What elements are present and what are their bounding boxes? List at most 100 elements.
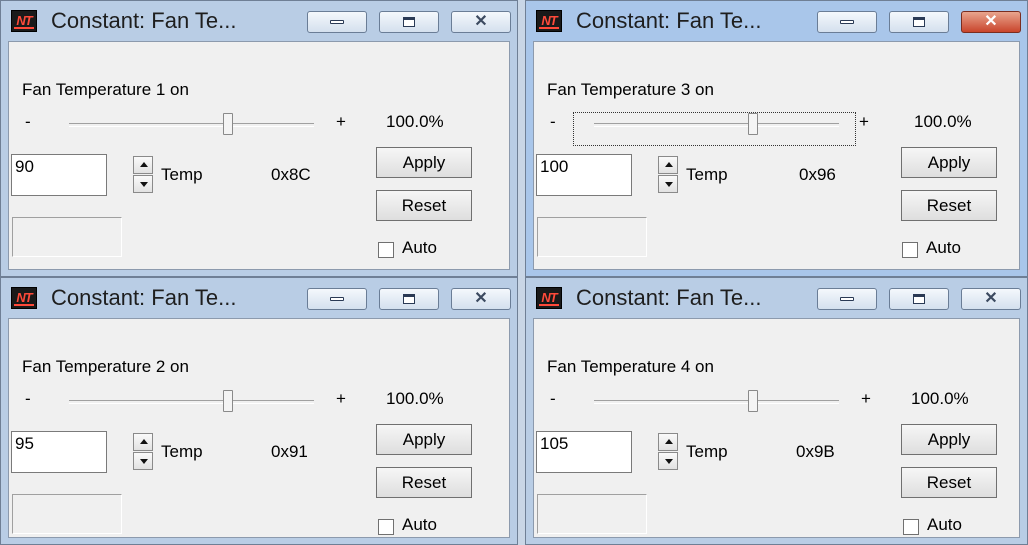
temp-label: Temp: [161, 442, 203, 461]
maximize-button[interactable]: [379, 288, 439, 310]
auto-checkbox[interactable]: [903, 519, 919, 535]
maximize-icon: [403, 17, 415, 27]
hex-value: 0x91: [271, 442, 308, 461]
temp-label: Temp: [686, 165, 728, 184]
reset-button[interactable]: Reset: [901, 467, 997, 498]
temperature-input[interactable]: 90: [11, 154, 107, 196]
slider-thumb[interactable]: [748, 113, 759, 135]
slider-track[interactable]: [69, 400, 314, 404]
temperature-input[interactable]: 100: [536, 154, 632, 196]
auto-label[interactable]: Auto: [402, 515, 437, 535]
nt-app-icon[interactable]: NT: [11, 10, 37, 32]
title-bar[interactable]: NT Constant: Fan Te... ✕: [1, 1, 517, 41]
auto-checkbox[interactable]: [378, 519, 394, 535]
spin-down-icon: [665, 459, 673, 464]
title-bar[interactable]: NT Constant: Fan Te... ✕: [1, 278, 517, 318]
minimize-icon: [840, 20, 854, 24]
slider-thumb[interactable]: [223, 390, 234, 412]
hex-value: 0x8C: [271, 165, 311, 184]
title-bar[interactable]: NT Constant: Fan Te... ✕: [526, 1, 1027, 41]
spin-up-button[interactable]: [658, 156, 678, 174]
maximize-icon: [913, 294, 925, 304]
reset-button[interactable]: Reset: [901, 190, 997, 221]
auto-checkbox[interactable]: [902, 242, 918, 258]
nt-app-icon[interactable]: NT: [536, 287, 562, 309]
apply-button[interactable]: Apply: [376, 147, 472, 178]
nt-app-icon[interactable]: NT: [11, 287, 37, 309]
minimize-button[interactable]: [817, 11, 877, 33]
minimize-button[interactable]: [817, 288, 877, 310]
spin-up-button[interactable]: [133, 433, 153, 451]
spin-up-button[interactable]: [133, 156, 153, 174]
slider-minus-label: -: [550, 389, 556, 408]
temp-label: Temp: [161, 165, 203, 184]
apply-button[interactable]: Apply: [901, 424, 997, 455]
apply-button[interactable]: Apply: [901, 147, 997, 178]
temperature-input[interactable]: 105: [536, 431, 632, 473]
auto-label[interactable]: Auto: [926, 238, 961, 258]
spin-up-icon: [665, 439, 673, 444]
window-title: Constant: Fan Te...: [576, 8, 762, 33]
spin-down-button[interactable]: [658, 175, 678, 193]
status-box: [537, 494, 647, 534]
window-title: Constant: Fan Te...: [51, 285, 237, 310]
temperature-spinner[interactable]: [658, 433, 678, 471]
spin-down-button[interactable]: [133, 175, 153, 193]
slider-track[interactable]: [594, 400, 839, 404]
spin-up-button[interactable]: [658, 433, 678, 451]
apply-button[interactable]: Apply: [376, 424, 472, 455]
auto-label[interactable]: Auto: [927, 515, 962, 535]
maximize-button[interactable]: [889, 11, 949, 33]
slider-plus-label: +: [861, 389, 871, 408]
percent-value: 100.0%: [914, 112, 972, 131]
spin-down-button[interactable]: [658, 452, 678, 470]
spin-down-icon: [140, 182, 148, 187]
close-icon: ✕: [984, 13, 998, 30]
maximize-button[interactable]: [379, 11, 439, 33]
nt-app-icon[interactable]: NT: [536, 10, 562, 32]
status-box: [12, 217, 122, 257]
close-button[interactable]: ✕: [961, 288, 1021, 310]
maximize-button[interactable]: [889, 288, 949, 310]
percent-value: 100.0%: [386, 389, 444, 408]
fan-temperature-label: Fan Temperature 4 on: [547, 357, 714, 376]
slider-focus-rect: [573, 112, 856, 146]
spin-down-icon: [140, 459, 148, 464]
close-icon: ✕: [474, 290, 488, 307]
status-box: [12, 494, 122, 534]
minimize-icon: [330, 20, 344, 24]
title-bar[interactable]: NT Constant: Fan Te... ✕: [526, 278, 1027, 318]
window-client: Fan Temperature 4 on - + 100.0% 105 Temp…: [533, 318, 1020, 538]
temperature-spinner[interactable]: [658, 156, 678, 194]
reset-button[interactable]: Reset: [376, 190, 472, 221]
spin-up-icon: [140, 162, 148, 167]
close-button[interactable]: ✕: [451, 11, 511, 33]
fan-temp-window[interactable]: NT Constant: Fan Te... ✕ Fan Temperature…: [525, 277, 1028, 545]
slider-track[interactable]: [69, 123, 314, 127]
auto-label[interactable]: Auto: [402, 238, 437, 258]
temperature-input[interactable]: 95: [11, 431, 107, 473]
temperature-spinner[interactable]: [133, 156, 153, 194]
close-button[interactable]: ✕: [451, 288, 511, 310]
minimize-button[interactable]: [307, 11, 367, 33]
hex-value: 0x9B: [796, 442, 835, 461]
fan-temp-window[interactable]: NT Constant: Fan Te... ✕ Fan Temperature…: [0, 0, 518, 277]
window-title: Constant: Fan Te...: [51, 8, 237, 33]
temperature-spinner[interactable]: [133, 433, 153, 471]
fan-temperature-label: Fan Temperature 2 on: [22, 357, 189, 376]
reset-button[interactable]: Reset: [376, 467, 472, 498]
fan-temp-window[interactable]: NT Constant: Fan Te... ✕ Fan Temperature…: [525, 0, 1028, 277]
close-button[interactable]: ✕: [961, 11, 1021, 33]
slider-minus-label: -: [25, 389, 31, 408]
minimize-button[interactable]: [307, 288, 367, 310]
spin-up-icon: [140, 439, 148, 444]
window-client: Fan Temperature 2 on - + 100.0% 95 Temp …: [8, 318, 510, 538]
spin-down-button[interactable]: [133, 452, 153, 470]
slider-track[interactable]: [594, 123, 839, 127]
slider-thumb[interactable]: [748, 390, 759, 412]
slider-thumb[interactable]: [223, 113, 234, 135]
auto-checkbox[interactable]: [378, 242, 394, 258]
fan-temp-window[interactable]: NT Constant: Fan Te... ✕ Fan Temperature…: [0, 277, 518, 545]
window-title: Constant: Fan Te...: [576, 285, 762, 310]
slider-plus-label: +: [859, 112, 869, 131]
